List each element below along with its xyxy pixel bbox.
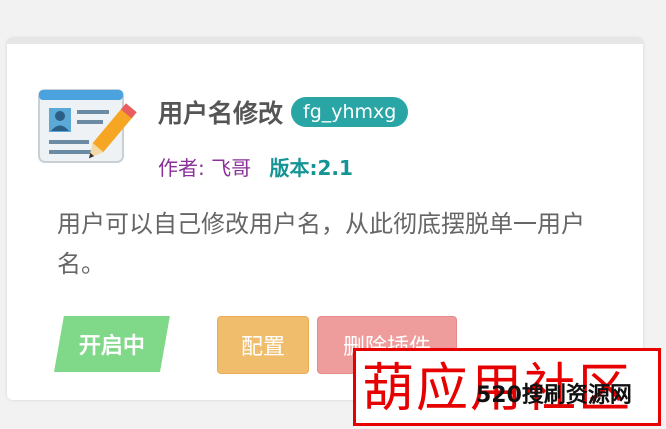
plugin-slug-badge: fg_yhmxg	[291, 97, 409, 127]
plugin-title-row: 用户名修改 fg_yhmxg	[158, 94, 409, 130]
plugin-version: 版本:2.1	[269, 156, 353, 180]
plugin-description: 用户可以自己修改用户名，从此彻底摆脱单一用户名。	[57, 210, 585, 278]
plugin-title: 用户名修改	[158, 99, 284, 128]
status-badge: 开启中	[54, 316, 170, 372]
config-button[interactable]: 配置	[217, 316, 309, 374]
id-card-pencil-icon	[38, 89, 137, 163]
status-label: 开启中	[78, 334, 145, 359]
watermark-small-text: 520搜刷资源网	[476, 383, 632, 408]
plugin-author: 作者: 飞哥	[158, 156, 252, 180]
plugin-card: 用户名修改 fg_yhmxg 作者: 飞哥 版本:2.1 用户可以自己修改用户名…	[7, 38, 643, 400]
plugin-meta: 作者: 飞哥 版本:2.1	[158, 152, 353, 181]
watermark-stamp: 葫应用社区 520搜刷资源网	[353, 348, 661, 426]
